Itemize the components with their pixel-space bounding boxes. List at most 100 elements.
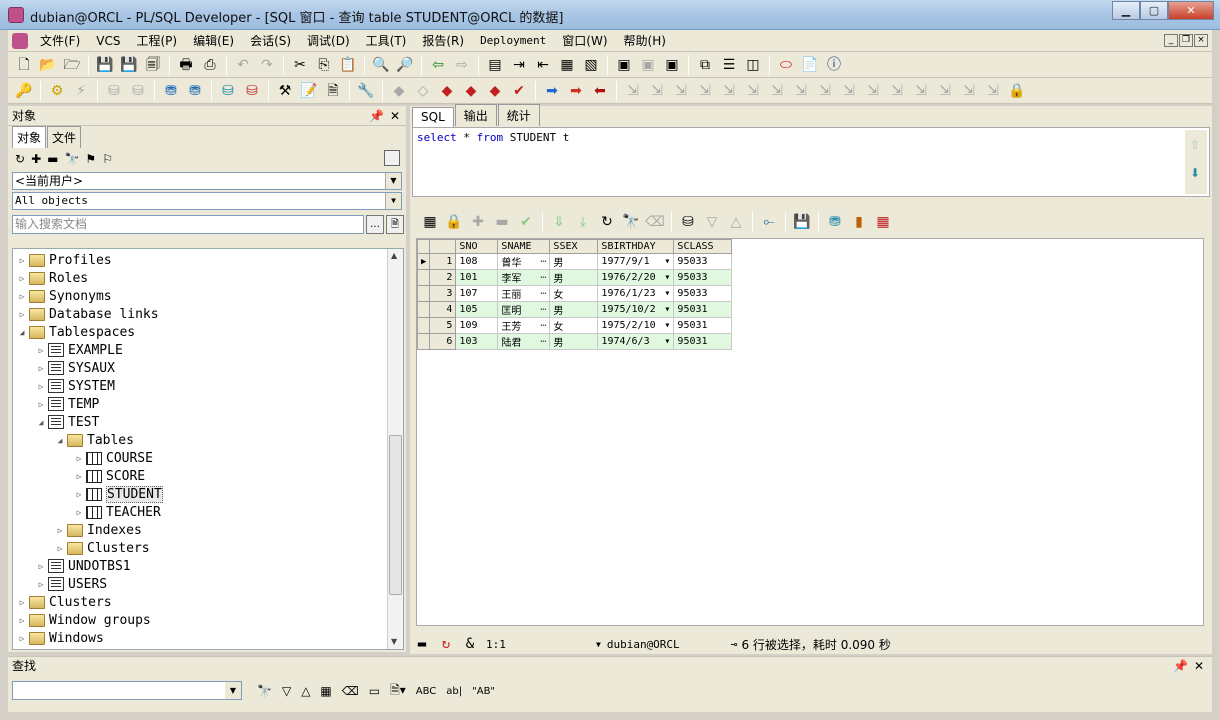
refresh-icon[interactable]: ↻ bbox=[597, 212, 617, 232]
more-button[interactable]: … bbox=[366, 215, 384, 234]
chevron-down-icon[interactable]: ▼ bbox=[385, 193, 401, 209]
snippet4-icon[interactable]: ◆ bbox=[461, 81, 481, 101]
fetch-last-icon[interactable]: ⤓ bbox=[573, 212, 593, 232]
tree-item[interactable]: ▷ SYSAUX bbox=[36, 359, 115, 377]
tab-statistics[interactable]: 统计 bbox=[497, 104, 540, 126]
new-icon[interactable]: 🗋 bbox=[14, 55, 34, 75]
pdf-icon[interactable]: 📄 bbox=[800, 55, 820, 75]
connection-dropdown-icon[interactable]: ▼ bbox=[596, 640, 601, 649]
cell-sclass[interactable]: 95031 bbox=[673, 317, 733, 334]
nav3-icon[interactable]: ⇲ bbox=[671, 81, 691, 101]
cell-sname[interactable]: 陆君 … bbox=[497, 333, 551, 350]
panel-close-icon[interactable]: ✕ bbox=[390, 106, 400, 126]
mdi-restore-button[interactable]: ❐ bbox=[1179, 34, 1193, 47]
tree-scrollbar[interactable]: ▲ ▼ bbox=[387, 249, 403, 649]
tree-item[interactable]: ▷ USERS bbox=[36, 575, 108, 593]
pin-icon[interactable]: 📌 bbox=[1173, 657, 1188, 675]
row-indicator[interactable] bbox=[417, 317, 431, 334]
arrow-up-icon[interactable]: ⇧ bbox=[1190, 138, 1200, 152]
find-all-icon[interactable]: ▦ bbox=[320, 684, 331, 698]
nav9-icon[interactable]: ⇲ bbox=[815, 81, 835, 101]
lock-icon[interactable]: 🔒 bbox=[1007, 81, 1027, 101]
menu-edit[interactable]: 编辑(E) bbox=[185, 32, 242, 49]
date-dropdown-icon[interactable]: ▾ bbox=[664, 304, 670, 315]
nav10-icon[interactable]: ⇲ bbox=[839, 81, 859, 101]
cell-ssex[interactable]: 男 bbox=[549, 333, 599, 350]
tile-vertical-icon[interactable]: ◫ bbox=[743, 55, 763, 75]
expand-icon[interactable]: ▷ bbox=[74, 472, 84, 481]
nav14-icon[interactable]: ⇲ bbox=[935, 81, 955, 101]
expand-icon[interactable]: ▷ bbox=[17, 634, 27, 643]
column-header-sno[interactable]: SNO bbox=[455, 239, 499, 254]
cell-sname[interactable]: 王芳 … bbox=[497, 317, 551, 334]
collapse-icon[interactable]: ◢ bbox=[36, 418, 46, 427]
maximize-button[interactable]: ▢ bbox=[1140, 1, 1168, 20]
table-row[interactable]: 5 109 王芳 … 女 1975/2/10 ▾ 95031 bbox=[417, 317, 733, 334]
nav8-icon[interactable]: ⇲ bbox=[791, 81, 811, 101]
object-tools-checkbox[interactable] bbox=[384, 150, 400, 166]
cell-sname[interactable]: 曾华 … bbox=[497, 253, 551, 270]
expand-icon[interactable]: ▷ bbox=[55, 544, 65, 553]
database-icon[interactable]: ⛃ bbox=[161, 81, 181, 101]
date-dropdown-icon[interactable]: ▾ bbox=[664, 336, 670, 347]
redo-icon[interactable]: ↷ bbox=[257, 55, 277, 75]
expand-icon[interactable]: ▷ bbox=[74, 454, 84, 463]
tree-item[interactable]: ◢ Tables bbox=[55, 431, 134, 449]
export-grid-icon[interactable]: ▦ bbox=[873, 212, 893, 232]
tree-item[interactable]: ▷ EXAMPLE bbox=[36, 341, 123, 359]
tree-item[interactable]: ▷ Database links bbox=[17, 305, 159, 323]
chart-icon[interactable]: ▮ bbox=[849, 212, 869, 232]
tree-item[interactable]: ▷ TEMP bbox=[36, 395, 100, 413]
remove-icon[interactable]: ▬ bbox=[47, 152, 58, 166]
expand-icon[interactable]: ▷ bbox=[17, 598, 27, 607]
cascade-icon[interactable]: ⧉ bbox=[695, 55, 715, 75]
notes-icon[interactable]: 📝 bbox=[299, 81, 319, 101]
table-row[interactable]: ▶ 1 108 曾华 … 男 1977/9/1 ▾ 95033 bbox=[417, 253, 733, 270]
chevron-down-icon[interactable]: ▼ bbox=[225, 682, 241, 699]
scroll-up-icon[interactable]: ▲ bbox=[391, 251, 397, 260]
menu-session[interactable]: 会话(S) bbox=[242, 32, 299, 49]
snippet3-icon[interactable]: ◆ bbox=[437, 81, 457, 101]
expand-icon[interactable]: ▷ bbox=[36, 400, 46, 409]
regex-icon[interactable]: "AB" bbox=[472, 686, 495, 697]
add-row-icon[interactable]: ✚ bbox=[468, 212, 488, 232]
scroll-down-icon[interactable]: ▼ bbox=[391, 637, 397, 646]
cell-ssex[interactable]: 女 bbox=[549, 285, 599, 302]
tab-files[interactable]: 文件 bbox=[47, 126, 82, 148]
mdi-close-button[interactable]: × bbox=[1194, 34, 1208, 47]
nav4-icon[interactable]: ⇲ bbox=[695, 81, 715, 101]
database-icon[interactable]: ⛃ bbox=[825, 212, 845, 232]
expand-icon[interactable]: ▷ bbox=[17, 256, 27, 265]
cell-ssex[interactable]: 男 bbox=[549, 301, 599, 318]
expand-icon[interactable]: ▷ bbox=[17, 310, 27, 319]
sql-window-new-icon[interactable]: ⛃ bbox=[185, 81, 205, 101]
cell-sname[interactable]: 李军 … bbox=[497, 269, 551, 286]
expand-icon[interactable]: ▷ bbox=[74, 508, 84, 517]
cell-sno[interactable]: 109 bbox=[455, 317, 499, 334]
cell-edit-button[interactable]: … bbox=[540, 286, 546, 297]
tree-item[interactable]: ▷ STUDENT bbox=[74, 485, 163, 503]
cell-sclass[interactable]: 95033 bbox=[673, 269, 733, 286]
menu-vcs[interactable]: VCS bbox=[88, 34, 128, 48]
save-as-icon[interactable]: 💾 bbox=[119, 55, 139, 75]
object-search-input[interactable]: 输入搜索文档 bbox=[12, 215, 364, 234]
open-recent-icon[interactable]: 🗁 bbox=[62, 55, 82, 75]
chevron-down-icon[interactable]: ▼ bbox=[385, 173, 401, 189]
collapse-icon[interactable]: ◢ bbox=[55, 436, 65, 445]
snippet2-icon[interactable]: ◇ bbox=[413, 81, 433, 101]
row-indicator[interactable] bbox=[417, 301, 431, 318]
cell-sno[interactable]: 108 bbox=[455, 253, 499, 270]
cell-edit-button[interactable]: … bbox=[540, 254, 546, 265]
find-close-icon[interactable]: ✕ bbox=[1194, 657, 1204, 675]
table-row[interactable]: 3 107 王丽 … 女 1976/1/23 ▾ 95033 bbox=[417, 285, 733, 302]
cell-edit-button[interactable]: … bbox=[540, 334, 546, 345]
lowercase-icon[interactable]: ▧ bbox=[581, 55, 601, 75]
run-arrow-icon[interactable]: ➡ bbox=[542, 81, 562, 101]
expand-icon[interactable]: ▷ bbox=[36, 580, 46, 589]
column-header-sclass[interactable]: SCLASS bbox=[673, 239, 733, 254]
display-mode-icon[interactable]: ▬ bbox=[412, 634, 432, 654]
snippet6-icon[interactable]: ✔ bbox=[509, 81, 529, 101]
window-list3-icon[interactable]: ▣ bbox=[662, 55, 682, 75]
match-case-icon[interactable]: ABC bbox=[416, 686, 437, 697]
menu-project[interactable]: 工程(P) bbox=[129, 32, 186, 49]
